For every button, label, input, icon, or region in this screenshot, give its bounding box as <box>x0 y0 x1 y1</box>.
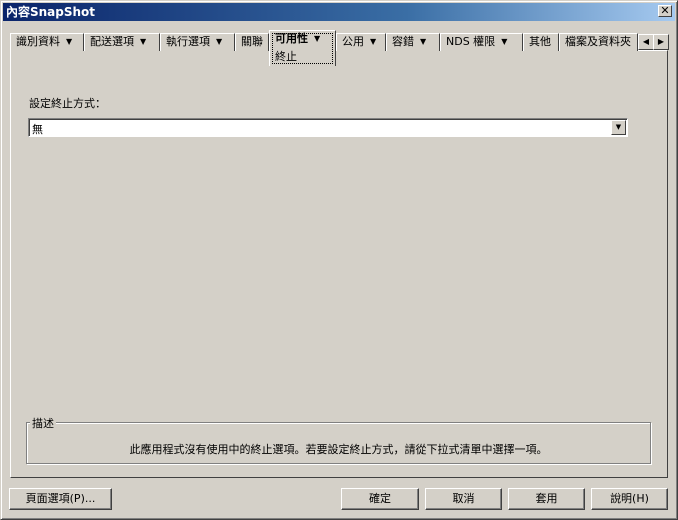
tab-identification[interactable]: 識別資料 ▼ <box>10 33 84 51</box>
tab-common[interactable]: 公用 ▼ <box>336 33 386 51</box>
description-title: 描述 <box>30 415 56 431</box>
tab-strip: 識別資料 ▼ 配送選項 ▼ 執行選項 ▼ 關聯 可用性 ▼ 終止 公用 ▼ 容錯 ▼ NDS… <box>10 30 638 66</box>
tab-nds-rights[interactable]: NDS 權限 ▼ <box>440 33 523 51</box>
tab-scroll-left-button[interactable]: ◀ <box>638 34 654 50</box>
tab-label: 識別資料 <box>16 35 60 48</box>
tab-label: 配送選項 <box>90 35 134 48</box>
close-button[interactable]: ✕ <box>658 5 672 17</box>
tab-other[interactable]: 其他 <box>523 33 559 51</box>
tab-run-options[interactable]: 執行選項 ▼ <box>160 33 235 51</box>
description-text: 此應用程式沒有使用中的終止選項。若要設定終止方式，請從下拉式清單中選擇一項。 <box>129 443 548 456</box>
tab-label: 檔案及資料夾 <box>565 35 631 48</box>
chevron-down-icon: ▼ <box>140 37 147 46</box>
tab-associations[interactable]: 關聯 <box>235 33 269 51</box>
tab-label: 執行選項 <box>166 35 210 48</box>
tab-label: NDS 權限 <box>446 35 496 48</box>
chevron-down-icon: ▼ <box>216 37 223 46</box>
title-bar[interactable]: 內容SnapShot ✕ <box>3 3 675 21</box>
tab-scroll-right-button[interactable]: ▶ <box>653 34 669 50</box>
tab-label: 容錯 <box>392 35 414 48</box>
chevron-down-icon: ▼ <box>615 123 622 131</box>
chevron-left-icon: ◀ <box>642 37 650 46</box>
page-options-button[interactable]: 頁面選項(P)... <box>9 488 112 510</box>
tab-fault-tolerance[interactable]: 容錯 ▼ <box>386 33 440 51</box>
chevron-down-icon: ▼ <box>370 37 377 46</box>
tab-panel <box>10 50 668 478</box>
chevron-down-icon: ▼ <box>66 37 73 46</box>
tab-files-and-folders[interactable]: 檔案及資料夾 <box>559 33 638 51</box>
termination-method-select[interactable]: 無 ▼ <box>28 118 628 137</box>
tab-availability[interactable]: 可用性 ▼ 終止 <box>269 30 336 66</box>
close-icon: ✕ <box>660 4 670 17</box>
ok-button[interactable]: 確定 <box>341 488 419 510</box>
chevron-down-icon: ▼ <box>420 37 427 46</box>
select-value: 無 <box>32 123 43 136</box>
window-title: 內容SnapShot <box>6 5 96 19</box>
termination-method-label: 設定終止方式： <box>29 97 106 110</box>
tab-label: 公用 <box>342 35 364 48</box>
tab-distribution-options[interactable]: 配送選項 ▼ <box>84 33 160 51</box>
dropdown-button[interactable]: ▼ <box>611 120 626 135</box>
apply-button[interactable]: 套用 <box>508 488 585 510</box>
help-button[interactable]: 說明(H) <box>591 488 668 510</box>
cancel-button[interactable]: 取消 <box>425 488 502 510</box>
chevron-down-icon: ▼ <box>501 37 508 46</box>
focus-rect <box>272 33 333 64</box>
chevron-right-icon: ▶ <box>657 37 665 46</box>
tab-label: 其他 <box>529 35 551 48</box>
tab-label: 關聯 <box>241 35 263 48</box>
